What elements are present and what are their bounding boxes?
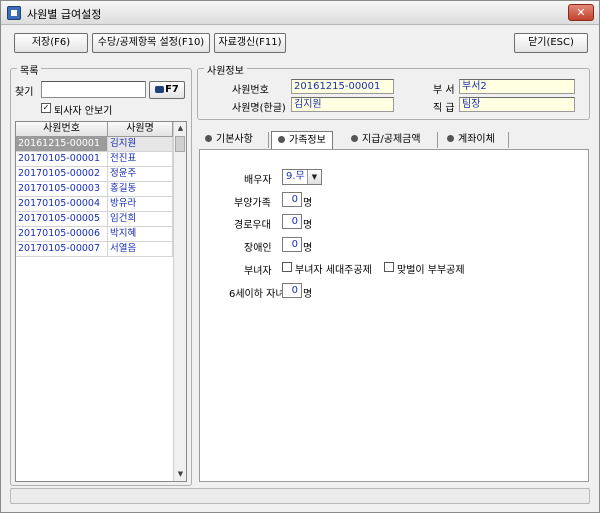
tab-basic[interactable]: 기본사항: [205, 131, 253, 149]
hide-retired-label: 퇴사자 안보기: [54, 106, 113, 117]
hide-retired-checkbox[interactable]: ✓: [41, 103, 51, 113]
employee-name-field: 김지원: [291, 97, 394, 112]
grid-header-name[interactable]: 사원명: [108, 122, 173, 137]
employee-id-cell[interactable]: 20170105-00004: [16, 197, 108, 211]
table-row[interactable]: 20170105-00001 전진표: [16, 152, 173, 167]
employee-id-label: 사원번호: [232, 85, 269, 96]
close-button[interactable]: 닫기(ESC): [514, 33, 588, 53]
employee-id-field: 20161215-00001: [291, 79, 394, 94]
employee-name-cell[interactable]: 임건희: [108, 212, 173, 226]
employee-name-label: 사원명(한글): [232, 103, 286, 114]
dept-field: 부서2: [459, 79, 575, 94]
under6-unit: 명: [303, 289, 313, 300]
dual-income-checkbox[interactable]: [384, 262, 394, 272]
scroll-thumb[interactable]: [175, 136, 185, 152]
search-input[interactable]: [41, 81, 146, 98]
table-row[interactable]: 20170105-00004 방유라: [16, 197, 173, 212]
dependents-unit: 명: [303, 198, 313, 209]
tab-basic-icon: [205, 135, 212, 142]
woman-label: 부녀자: [244, 266, 272, 277]
elderly-input[interactable]: 0: [282, 214, 302, 229]
app-icon: [7, 6, 21, 20]
table-row[interactable]: 20170105-00006 박지혜: [16, 227, 173, 242]
list-title: 목록: [17, 62, 42, 77]
elderly-unit: 명: [303, 220, 313, 231]
search-button-label: F7: [165, 84, 179, 95]
tab-payment-label: 지급/공제금액: [362, 134, 421, 145]
search-label: 찾기: [15, 87, 34, 98]
table-row[interactable]: 20161215-00001 김지원: [16, 137, 173, 152]
search-icon: [155, 86, 165, 93]
rank-field: 팀장: [459, 97, 575, 112]
employee-info-title: 사원정보: [204, 62, 247, 77]
employee-id-cell[interactable]: 20170105-00007: [16, 242, 108, 256]
employee-grid: 사원번호 사원명 20161215-00001 김지원 20170105-00001…: [15, 121, 187, 482]
chevron-down-icon[interactable]: ▼: [307, 170, 321, 184]
employee-name-cell[interactable]: 홍길동: [108, 182, 173, 196]
refresh-button[interactable]: 자료갱신(F11): [214, 33, 286, 53]
item-settings-button[interactable]: 수당/공제항목 설정(F10): [92, 33, 210, 53]
tab-basic-label: 기본사항: [216, 134, 253, 145]
window-close-button[interactable]: ✕: [568, 4, 594, 21]
dept-label: 부 서: [433, 85, 455, 96]
employee-id-cell[interactable]: 20170105-00003: [16, 182, 108, 196]
under6-input[interactable]: 0: [282, 283, 302, 298]
disabled-label: 장애인: [244, 243, 272, 254]
status-bar: [10, 488, 590, 504]
save-button[interactable]: 저장(F6): [14, 33, 88, 53]
tab-family-icon: [278, 136, 285, 143]
tab-family-label: 가족정보: [289, 135, 326, 146]
employee-id-cell[interactable]: 20161215-00001: [16, 137, 108, 151]
main-window: 사원별 급여설정 ✕ 저장(F6) 수당/공제항목 설정(F10) 자료갱신(F…: [0, 0, 600, 513]
grid-scrollbar[interactable]: ▲ ▼: [173, 122, 186, 481]
table-row[interactable]: 20170105-00005 임건희: [16, 212, 173, 227]
scroll-down-icon[interactable]: ▼: [174, 468, 187, 481]
tab-payment[interactable]: 지급/공제금액: [351, 131, 421, 149]
employee-name-cell[interactable]: 전진표: [108, 152, 173, 166]
dual-income-label: 맞벌이 부부공제: [397, 265, 465, 276]
under6-label: 6세이하 자녀: [229, 289, 285, 300]
employee-name-cell[interactable]: 정윤주: [108, 167, 173, 181]
employee-id-cell[interactable]: 20170105-00006: [16, 227, 108, 241]
elderly-label: 경로우대: [234, 220, 271, 231]
table-row[interactable]: 20170105-00002 정윤주: [16, 167, 173, 182]
employee-id-cell[interactable]: 20170105-00001: [16, 152, 108, 166]
grid-header: 사원번호 사원명: [16, 122, 173, 137]
disabled-input[interactable]: 0: [282, 237, 302, 252]
spouse-select[interactable]: 9.무 ▼: [282, 169, 322, 185]
disabled-unit: 명: [303, 243, 313, 254]
tab-transfer-label: 계좌이체: [458, 134, 495, 145]
tab-separator: [508, 132, 509, 148]
employee-name-cell[interactable]: 김지원: [108, 137, 173, 151]
woman-head-label: 부녀자 세대주공제: [295, 265, 372, 276]
search-button[interactable]: F7: [149, 81, 185, 99]
woman-head-checkbox[interactable]: [282, 262, 292, 272]
employee-name-cell[interactable]: 박지혜: [108, 227, 173, 241]
title-bar: 사원별 급여설정 ✕: [1, 1, 599, 25]
tab-transfer[interactable]: 계좌이체: [447, 131, 495, 149]
rank-label: 직 급: [433, 103, 455, 114]
dependents-input[interactable]: 0: [282, 192, 302, 207]
tab-separator: [268, 132, 269, 148]
spouse-select-value: 9.무: [286, 171, 305, 182]
tab-transfer-icon: [447, 135, 454, 142]
dependents-label: 부양가족: [234, 198, 271, 209]
grid-body: 20161215-00001 김지원 20170105-00001 전진표 201701…: [16, 137, 173, 257]
table-row[interactable]: 20170105-00003 홍길동: [16, 182, 173, 197]
table-row[interactable]: 20170105-00007 서열음: [16, 242, 173, 257]
spouse-label: 배우자: [244, 175, 272, 186]
employee-name-cell[interactable]: 서열음: [108, 242, 173, 256]
employee-id-cell[interactable]: 20170105-00002: [16, 167, 108, 181]
employee-name-cell[interactable]: 방유라: [108, 197, 173, 211]
window-title: 사원별 급여설정: [27, 8, 102, 21]
tab-payment-icon: [351, 135, 358, 142]
tab-family[interactable]: 가족정보: [271, 131, 333, 149]
employee-id-cell[interactable]: 20170105-00005: [16, 212, 108, 226]
tab-separator: [437, 132, 438, 148]
scroll-up-icon[interactable]: ▲: [174, 122, 187, 135]
grid-header-id[interactable]: 사원번호: [16, 122, 108, 137]
